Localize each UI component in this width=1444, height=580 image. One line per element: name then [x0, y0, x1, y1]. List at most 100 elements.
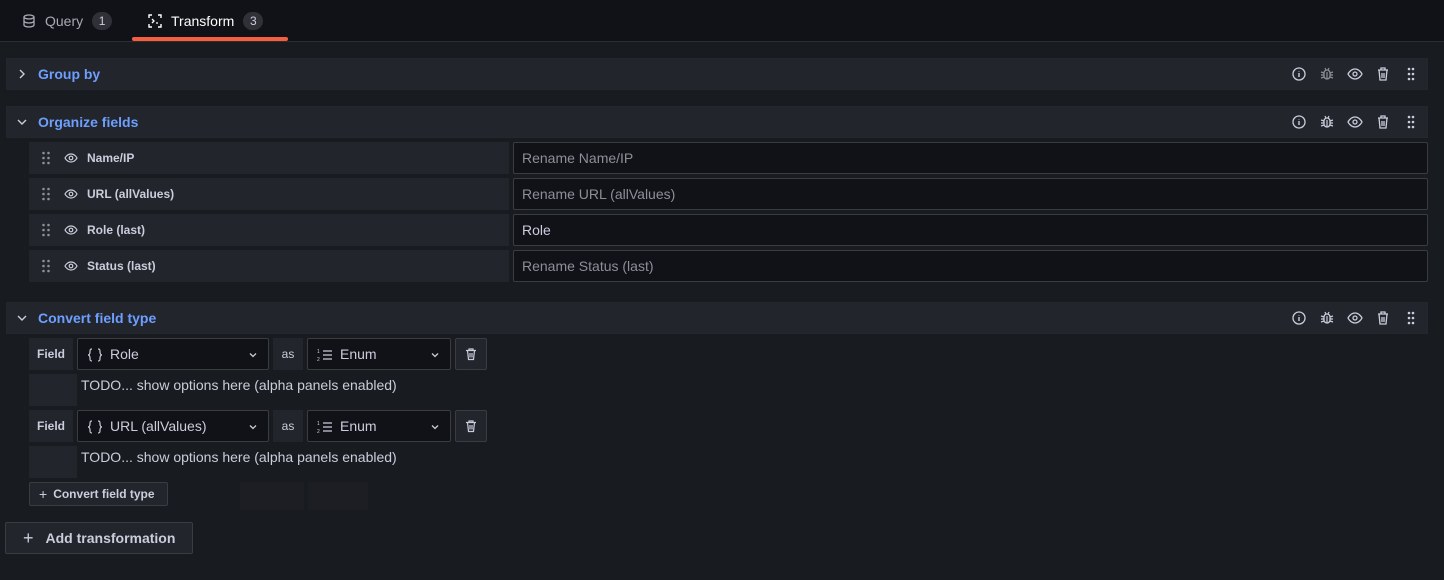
- list-ordered-icon: 12: [317, 348, 333, 362]
- trash-icon: [466, 420, 476, 433]
- add-transformation-label: Add transformation: [45, 530, 176, 546]
- eye-icon[interactable]: [1347, 310, 1363, 326]
- field-select-value: URL (allValues): [110, 418, 207, 434]
- options-todo-text: TODO... show options here (alpha panels …: [81, 449, 397, 465]
- organize-field-row: Name/IP: [29, 142, 1428, 174]
- as-label: as: [273, 410, 303, 442]
- header-actions: [1279, 310, 1419, 326]
- organize-field-row: Status (last): [29, 250, 1428, 282]
- trash-icon[interactable]: [1375, 310, 1391, 326]
- info-icon[interactable]: [1291, 66, 1307, 82]
- plus-icon: +: [39, 486, 48, 502]
- chevron-down-icon: [248, 422, 258, 432]
- chevron-down-icon[interactable]: [16, 312, 28, 324]
- options-placeholder: [29, 374, 77, 406]
- eye-icon[interactable]: [64, 151, 78, 165]
- plus-icon: +: [23, 527, 34, 548]
- delete-conversion-button[interactable]: [455, 410, 487, 442]
- debug-icon[interactable]: [1319, 114, 1335, 130]
- organize-field-row: Role (last): [29, 214, 1428, 246]
- drag-handle-icon[interactable]: [41, 151, 51, 165]
- organize-field-item: Status (last): [29, 250, 509, 282]
- drag-handle-icon[interactable]: [1403, 66, 1419, 82]
- tab-query-label: Query: [45, 13, 84, 29]
- field-select[interactable]: URL (allValues): [77, 410, 269, 442]
- type-select-value: Enum: [340, 346, 377, 362]
- field-select-value: Role: [110, 346, 139, 362]
- svg-text:1: 1: [317, 349, 320, 355]
- trash-icon[interactable]: [1375, 66, 1391, 82]
- field-name: Status (last): [87, 259, 156, 273]
- convert-field-row: Field Role as 12 Enum: [29, 338, 489, 370]
- chevron-down-icon: [430, 350, 440, 360]
- tab-transform-count: 3: [243, 12, 264, 30]
- type-select-value: Enum: [340, 418, 377, 434]
- transform-header-group-by[interactable]: Group by: [6, 58, 1428, 90]
- tab-transform-label: Transform: [171, 13, 235, 29]
- svg-text:2: 2: [317, 357, 320, 362]
- transform-title-convert-field-type[interactable]: Convert field type: [38, 310, 156, 326]
- field-select[interactable]: Role: [77, 338, 269, 370]
- svg-text:1: 1: [317, 421, 320, 427]
- transform-header-organize-fields[interactable]: Organize fields: [6, 106, 1428, 138]
- type-select[interactable]: 12 Enum: [307, 410, 451, 442]
- rename-field-input[interactable]: [513, 214, 1428, 246]
- organize-field-item: URL (allValues): [29, 178, 509, 210]
- chevron-down-icon: [430, 422, 440, 432]
- chevron-down-icon: [248, 350, 258, 360]
- rename-field-input[interactable]: [513, 250, 1428, 282]
- info-icon[interactable]: [1291, 114, 1307, 130]
- eye-icon[interactable]: [1347, 114, 1363, 130]
- header-actions: [1279, 114, 1419, 130]
- trash-icon[interactable]: [1375, 114, 1391, 130]
- list-ordered-icon: 12: [317, 420, 333, 434]
- drag-handle-icon[interactable]: [41, 259, 51, 273]
- field-label: Field: [29, 338, 73, 370]
- info-icon[interactable]: [1291, 310, 1307, 326]
- database-icon: [22, 14, 36, 28]
- field-name: Name/IP: [87, 151, 135, 165]
- drag-handle-icon[interactable]: [1403, 114, 1419, 130]
- type-select[interactable]: 12 Enum: [307, 338, 451, 370]
- chevron-down-icon[interactable]: [16, 116, 28, 128]
- drag-handle-icon[interactable]: [1403, 310, 1419, 326]
- transform-title-group-by[interactable]: Group by: [38, 66, 100, 82]
- braces-icon: [87, 420, 103, 434]
- field-name: URL (allValues): [87, 187, 175, 201]
- eye-icon[interactable]: [1347, 66, 1363, 82]
- drag-ghost: [240, 482, 304, 510]
- options-placeholder: [29, 446, 77, 478]
- debug-icon[interactable]: [1319, 310, 1335, 326]
- debug-icon[interactable]: [1319, 66, 1335, 82]
- add-convert-field-type-button[interactable]: + Convert field type: [29, 482, 168, 506]
- rename-field-input[interactable]: [513, 178, 1428, 210]
- organize-field-item: Name/IP: [29, 142, 509, 174]
- tab-query[interactable]: Query 1: [22, 0, 113, 42]
- delete-conversion-button[interactable]: [455, 338, 487, 370]
- add-convert-label: Convert field type: [53, 487, 155, 501]
- active-tab-indicator: [132, 37, 288, 41]
- trash-icon: [466, 348, 476, 361]
- eye-icon[interactable]: [64, 223, 78, 237]
- organize-field-row: URL (allValues): [29, 178, 1428, 210]
- eye-icon[interactable]: [64, 259, 78, 273]
- transform-title-organize-fields[interactable]: Organize fields: [38, 114, 138, 130]
- organize-field-item: Role (last): [29, 214, 509, 246]
- drag-handle-icon[interactable]: [41, 223, 51, 237]
- drag-handle-icon[interactable]: [41, 187, 51, 201]
- chevron-right-icon[interactable]: [16, 68, 28, 80]
- field-name: Role (last): [87, 223, 146, 237]
- tab-transform[interactable]: Transform 3: [148, 0, 264, 42]
- header-actions: [1279, 66, 1419, 82]
- as-label: as: [273, 338, 303, 370]
- eye-icon[interactable]: [64, 187, 78, 201]
- transform-icon: [148, 14, 162, 28]
- transform-header-convert-field-type[interactable]: Convert field type: [6, 302, 1428, 334]
- query-transform-tabbar: Query 1 Transform 3: [0, 0, 1444, 42]
- drag-ghost: [308, 482, 368, 510]
- options-todo-text: TODO... show options here (alpha panels …: [81, 377, 397, 393]
- add-transformation-button[interactable]: + Add transformation: [5, 522, 193, 554]
- rename-field-input[interactable]: [513, 142, 1428, 174]
- svg-text:2: 2: [317, 429, 320, 434]
- tab-query-count: 1: [92, 12, 113, 30]
